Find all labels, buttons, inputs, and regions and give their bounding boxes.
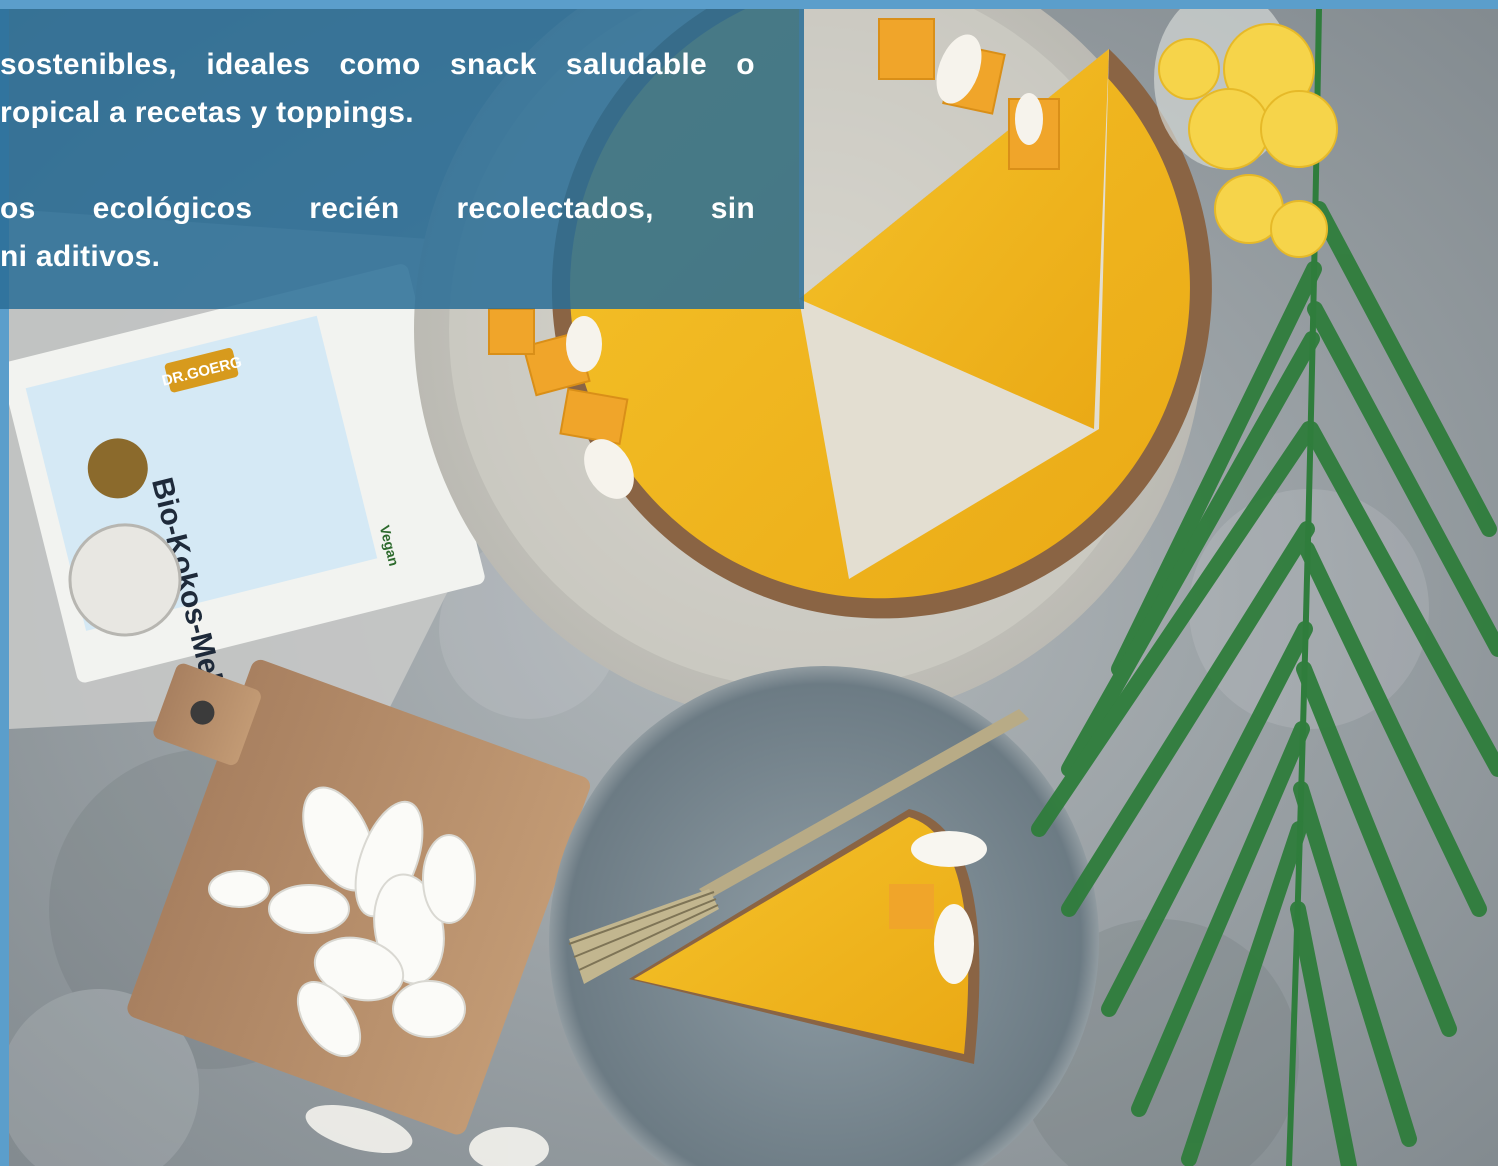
word: ecológicos [92,192,253,225]
word: recolectados, [456,192,654,225]
text-overlay-panel: sostenibles, ideales como snack saludabl… [0,9,804,309]
slice-coconut-chip [911,831,987,867]
overlay-line-2: ropical a recetas y toppings. [0,96,414,129]
word: os [0,192,36,225]
word: sin [710,192,755,225]
overlay-line-3: os ecológicos recién recolectados, sin [0,185,755,233]
slice-mango [889,884,934,929]
word: sostenibles, [0,48,177,81]
word: saludable [565,48,707,81]
word: recién [309,192,400,225]
word: snack [450,48,537,81]
overlay-line-1: sostenibles, ideales como snack saludabl… [0,41,755,89]
overlay-line-4: ni aditivos. [0,240,161,273]
word: ideales [206,48,311,81]
top-border [0,0,1498,9]
word: como [339,48,421,81]
word: o [736,48,755,81]
